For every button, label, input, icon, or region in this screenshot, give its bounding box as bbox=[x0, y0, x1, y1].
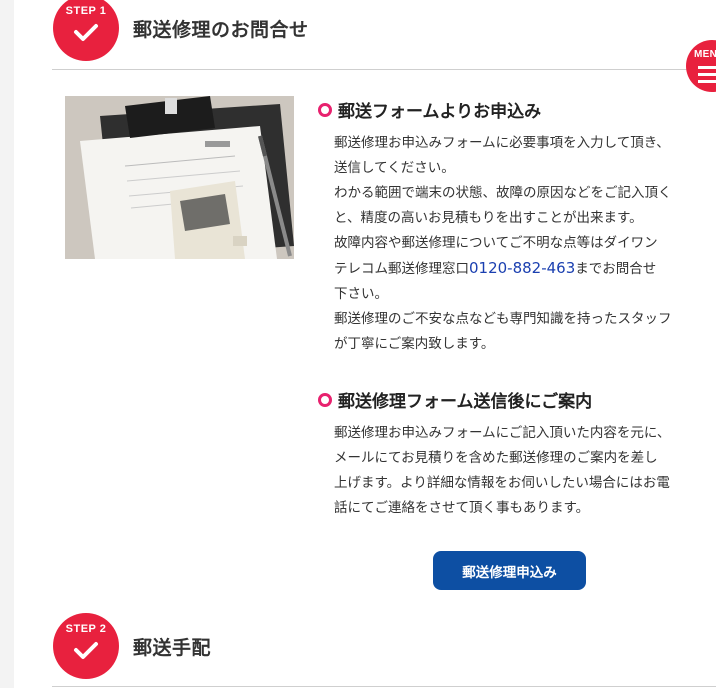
form-section-heading-text: 郵送フォームよりお申込み bbox=[338, 102, 542, 122]
form-line: 下さい。 bbox=[334, 286, 388, 302]
clipboard-illustration bbox=[65, 96, 294, 259]
tel-line: テレコム郵送修理窓口0120-882-463までお問合せ bbox=[334, 256, 706, 282]
check-icon bbox=[74, 642, 98, 659]
step2-title: 郵送手配 bbox=[133, 637, 212, 659]
form-section-heading: 郵送フォームよりお申込み bbox=[318, 97, 541, 122]
step2-divider bbox=[52, 686, 716, 687]
step2-label: STEP 2 bbox=[65, 623, 107, 635]
tel-suffix: までお問合せ bbox=[575, 261, 657, 277]
clipboard-photo bbox=[65, 96, 294, 259]
form-line: 郵送修理のご不安な点なども専門知識を持ったスタッフ bbox=[334, 311, 672, 327]
after-line: 話にてご連絡をさせて頂く事もあります。 bbox=[334, 500, 590, 516]
form-line: 郵送修理お申込みフォームに必要事項を入力して頂き、 bbox=[334, 135, 670, 151]
form-line: 故障内容や郵送修理についてご不明な点等はダイワン bbox=[334, 235, 658, 251]
after-line: 上げます。より詳細な情報をお伺いしたい場合にはお電 bbox=[334, 475, 670, 491]
mail-repair-apply-button[interactable]: 郵送修理申込み bbox=[433, 551, 586, 590]
after-line: 郵送修理お申込みフォームにご記入頂いた内容を元に、 bbox=[334, 425, 671, 441]
form-section-body: 郵送修理お申込みフォームに必要事項を入力して頂き、 送信してください。 わかる範… bbox=[334, 131, 706, 357]
form-line: わかる範囲で端末の状態、故障の原因などをご記入頂く bbox=[334, 185, 672, 201]
after-section-body: 郵送修理お申込みフォームにご記入頂いた内容を元に、 メールにてお見積りを含めた郵… bbox=[334, 421, 706, 521]
left-gutter bbox=[0, 0, 14, 688]
step1-title: 郵送修理のお問合せ bbox=[133, 19, 309, 41]
step2-badge: STEP 2 bbox=[53, 613, 119, 679]
step1-badge: STEP 1 bbox=[53, 0, 119, 61]
form-line: 送信してください。 bbox=[334, 160, 455, 176]
tel-prefix: テレコム郵送修理窓口 bbox=[334, 261, 469, 277]
check-icon bbox=[74, 24, 98, 41]
hamburger-icon bbox=[698, 66, 716, 83]
menu-button[interactable]: MENU bbox=[686, 40, 716, 92]
tel-link[interactable]: 0120-882-463 bbox=[469, 259, 575, 277]
after-section-heading-text: 郵送修理フォーム送信後にご案内 bbox=[338, 392, 593, 412]
form-line: が丁寧にご案内致します。 bbox=[334, 336, 495, 352]
bullet-icon bbox=[318, 392, 332, 407]
step1-label: STEP 1 bbox=[65, 5, 107, 17]
step1-divider bbox=[52, 69, 716, 70]
after-section-heading: 郵送修理フォーム送信後にご案内 bbox=[318, 387, 592, 412]
bullet-icon bbox=[318, 102, 332, 117]
form-line: と、精度の高いお見積もりを出すことが出来ます。 bbox=[334, 210, 643, 226]
menu-label: MENU bbox=[694, 49, 716, 60]
after-line: メールにてお見積りを含めた郵送修理のご案内を差し bbox=[334, 450, 658, 466]
page: STEP 1 郵送修理のお問合せ MENU bbox=[0, 0, 716, 688]
